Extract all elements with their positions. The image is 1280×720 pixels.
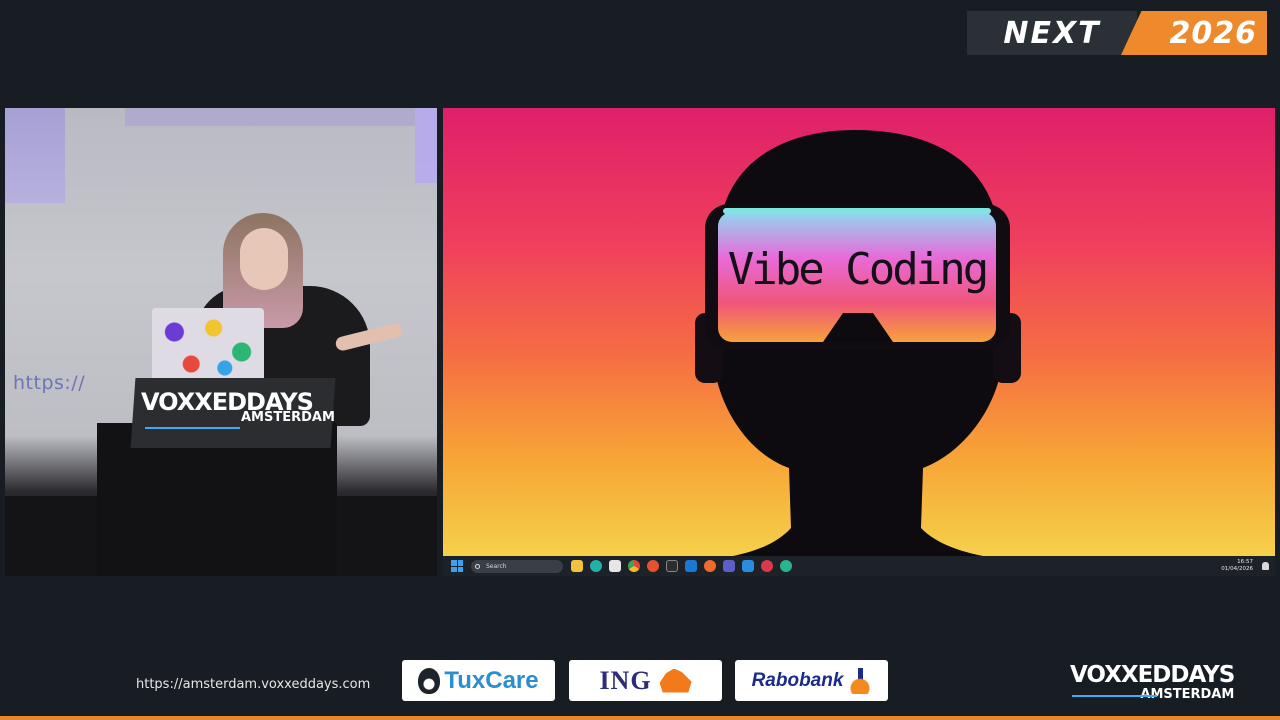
red-app-icon[interactable] xyxy=(761,560,773,572)
notification-bell-icon[interactable] xyxy=(1262,562,1269,570)
taskbar-search-placeholder: Search xyxy=(486,562,507,570)
sticker-laptop xyxy=(152,308,264,388)
chrome-icon[interactable] xyxy=(628,560,640,572)
edge-dev-icon[interactable] xyxy=(780,560,792,572)
year-label: 2026 xyxy=(1121,11,1267,55)
outlook-icon[interactable] xyxy=(685,560,697,572)
brave-icon[interactable] xyxy=(647,560,659,572)
penguin-icon xyxy=(418,667,441,694)
sponsor-name: ING xyxy=(599,665,652,695)
event-url: https://amsterdam.voxxeddays.com xyxy=(136,677,371,692)
windows-taskbar: Search 16:57 01/04/2026 xyxy=(443,556,1275,576)
taskbar-time: 16:57 xyxy=(1237,559,1253,565)
terminal-icon[interactable] xyxy=(666,560,678,572)
speaker-face xyxy=(240,228,288,290)
sponsor-name: TuxCare xyxy=(444,666,539,694)
projector-light xyxy=(125,108,415,126)
voxxeddays-logo: VOXXEDDAYS AMSTERDAM xyxy=(1070,662,1235,702)
vr-head-silhouette-illustration xyxy=(695,130,1021,556)
projector-light xyxy=(415,108,437,183)
slide-title: Vibe Coding xyxy=(727,244,989,295)
edge-icon[interactable] xyxy=(590,560,602,572)
sponsor-rabobank-logo: Rabobank xyxy=(735,660,888,701)
lectern-logo-underline xyxy=(145,427,240,429)
store-icon[interactable] xyxy=(609,560,621,572)
search-icon xyxy=(475,563,480,569)
taskbar-clock[interactable]: 16:57 01/04/2026 xyxy=(1221,559,1253,573)
sponsor-name: Rabobank xyxy=(751,669,844,691)
taskbar-date: 01/04/2026 xyxy=(1221,566,1253,572)
projected-url-text: https:// xyxy=(13,372,86,394)
next-label: NEXT xyxy=(967,11,1137,55)
sponsor-tuxcare-logo: TuxCare xyxy=(402,660,555,701)
taskbar-search-box[interactable]: Search xyxy=(471,559,563,573)
logo-underline xyxy=(1072,695,1157,697)
lectern-city-text: AMSTERDAM xyxy=(241,410,335,425)
file-explorer-icon[interactable] xyxy=(571,560,583,572)
teams-icon[interactable] xyxy=(723,560,735,572)
speaker-camera-feed: https:// com VOXXEDDAYS AMSTERDAM xyxy=(5,108,437,576)
windows-start-icon[interactable] xyxy=(451,560,463,572)
sponsor-ing-logo: ING xyxy=(569,660,722,701)
voxxeddays-brand: VOXXEDDAYS xyxy=(1070,662,1235,688)
vscode-icon[interactable] xyxy=(742,560,754,572)
rabobank-emblem-icon xyxy=(849,667,872,694)
firefox-icon[interactable] xyxy=(704,560,716,572)
lion-icon xyxy=(659,668,692,693)
presentation-slide: Vibe Coding Search 16:57 01/04/2026 xyxy=(443,108,1275,576)
projector-light xyxy=(5,108,65,203)
next-2026-badge: NEXT 2026 xyxy=(967,11,1267,55)
bottom-accent-stripe xyxy=(0,716,1280,720)
visor-rim-highlight xyxy=(723,208,991,214)
taskbar-pinned-apps xyxy=(571,560,792,572)
